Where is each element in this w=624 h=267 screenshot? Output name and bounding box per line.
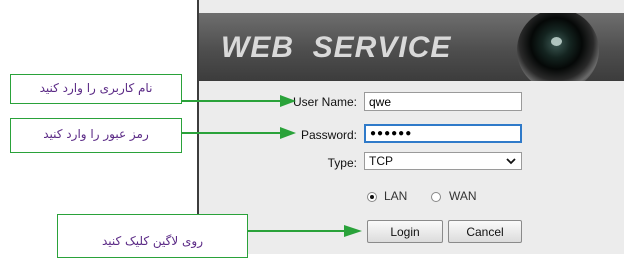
annotation-arrows bbox=[182, 95, 362, 237]
arrow-password bbox=[182, 127, 296, 139]
arrow-login bbox=[248, 225, 362, 237]
arrow-username bbox=[182, 95, 296, 107]
